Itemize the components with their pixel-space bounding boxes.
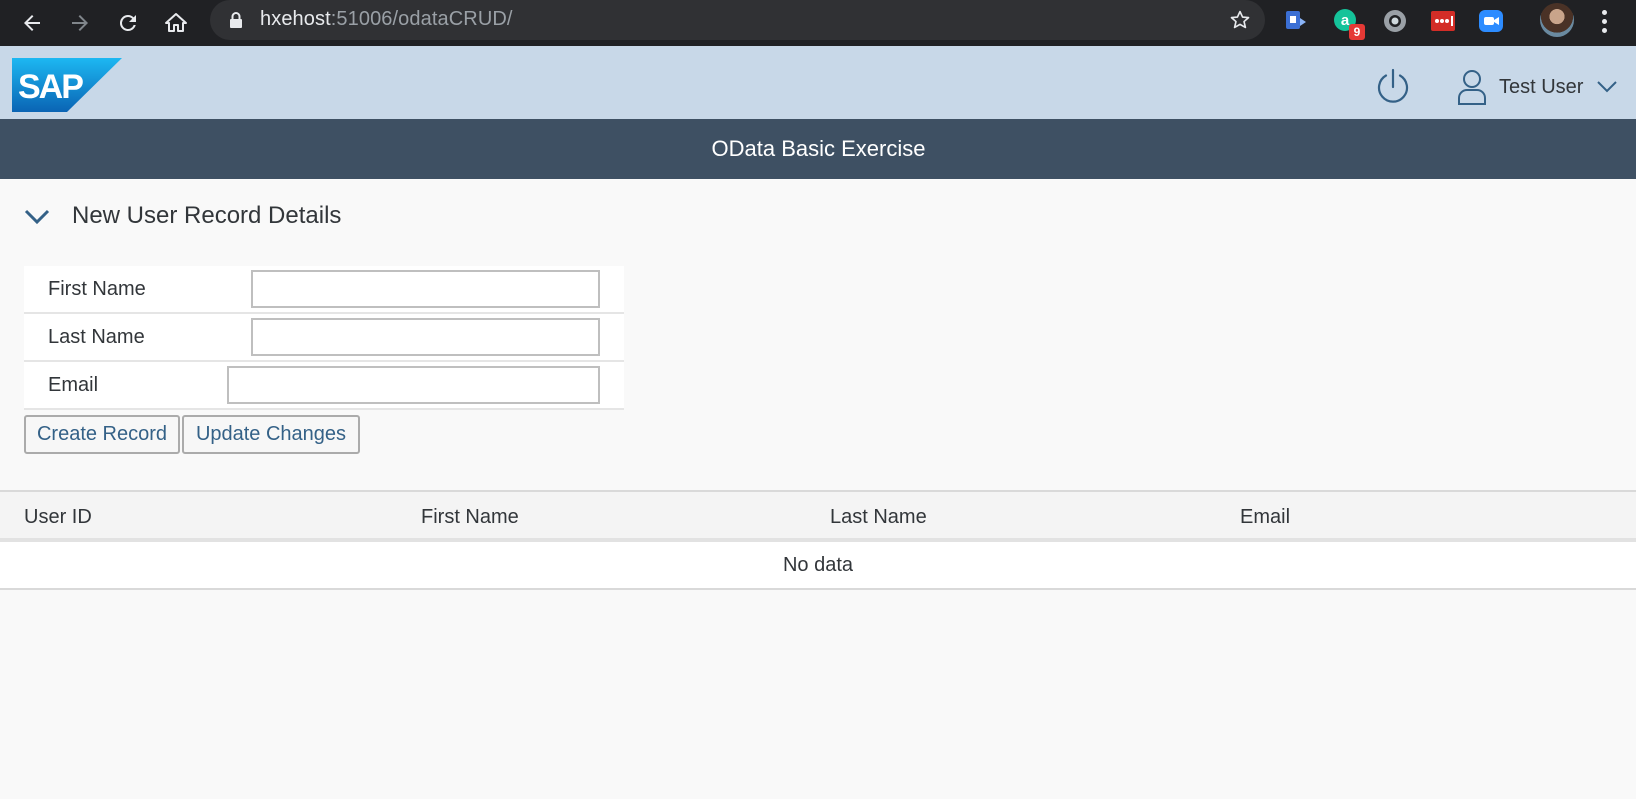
- collapse-chevron-icon[interactable]: [22, 201, 52, 231]
- extension-lastpass[interactable]: [1428, 6, 1458, 36]
- extension-circle[interactable]: [1380, 6, 1410, 36]
- translate-extension-icon: [1286, 11, 1306, 29]
- extension-grammarly[interactable]: a 9: [1331, 6, 1365, 40]
- page-header: OData Basic Exercise: [0, 119, 1636, 179]
- no-data-text: No data: [782, 553, 854, 576]
- first-name-label: First Name: [48, 278, 146, 300]
- panel-title: New User Record Details: [72, 202, 342, 229]
- user-form: First Name Last Name Email: [24, 266, 624, 410]
- circle-extension-icon: [1384, 10, 1406, 32]
- column-header-first-name[interactable]: First Name: [421, 506, 519, 529]
- address-bar[interactable]: hxehost:51006/odataCRUD/: [210, 0, 1265, 40]
- sap-logo-text: SAP: [18, 68, 83, 106]
- panel-header: New User Record Details: [22, 196, 341, 236]
- column-header-last-name[interactable]: Last Name: [830, 506, 927, 529]
- update-changes-button[interactable]: Update Changes: [182, 415, 360, 454]
- url-host: hxehost: [260, 8, 331, 30]
- home-icon: [165, 13, 187, 32]
- first-name-input[interactable]: [251, 270, 600, 308]
- home-button[interactable]: [158, 5, 194, 41]
- browser-toolbar: hxehost:51006/odataCRUD/ a 9: [0, 0, 1636, 46]
- power-off-icon[interactable]: [1373, 66, 1413, 106]
- url-text: hxehost:51006/odataCRUD/: [260, 8, 513, 31]
- forward-arrow-icon: [72, 15, 88, 31]
- extension-zoom[interactable]: [1476, 6, 1506, 36]
- sap-logo: SAP: [12, 58, 122, 112]
- create-record-button[interactable]: Create Record: [24, 415, 180, 454]
- zoom-icon: [1479, 10, 1503, 32]
- lock-icon: [230, 12, 242, 28]
- shell-bar: SAP Test User: [0, 46, 1636, 119]
- column-header-email[interactable]: Email: [1240, 506, 1290, 529]
- form-row-email: Email: [24, 362, 624, 410]
- user-icon: [1458, 70, 1486, 105]
- lastpass-icon: [1431, 11, 1455, 31]
- email-input[interactable]: [227, 366, 600, 404]
- form-row-last-name: Last Name: [24, 314, 624, 362]
- users-table: User ID First Name Last Name Email No da…: [0, 490, 1636, 590]
- last-name-label: Last Name: [48, 326, 145, 348]
- back-button[interactable]: [14, 5, 50, 41]
- user-menu[interactable]: Test User: [1457, 68, 1618, 106]
- browser-menu-icon[interactable]: [1594, 6, 1614, 36]
- chevron-down-icon: [1597, 81, 1618, 93]
- reload-button[interactable]: [110, 5, 146, 41]
- page-title: OData Basic Exercise: [711, 136, 926, 161]
- user-name: Test User: [1499, 75, 1584, 98]
- form-row-first-name: First Name: [24, 266, 624, 314]
- table-header: User ID First Name Last Name Email: [0, 490, 1636, 542]
- no-data-row: No data: [0, 542, 1636, 590]
- forward-button[interactable]: [62, 5, 98, 41]
- url-path: :51006/odataCRUD/: [330, 8, 513, 30]
- extension-translate[interactable]: [1282, 6, 1312, 36]
- email-label: Email: [48, 374, 99, 396]
- bookmark-star-icon[interactable]: [1229, 9, 1251, 31]
- extension-badge: 9: [1349, 24, 1365, 40]
- reload-icon: [119, 14, 136, 31]
- back-arrow-icon: [24, 15, 40, 31]
- profile-avatar[interactable]: [1540, 3, 1574, 37]
- form-actions: Create Record Update Changes: [24, 415, 360, 454]
- column-header-user-id[interactable]: User ID: [24, 506, 92, 529]
- last-name-input[interactable]: [251, 318, 600, 356]
